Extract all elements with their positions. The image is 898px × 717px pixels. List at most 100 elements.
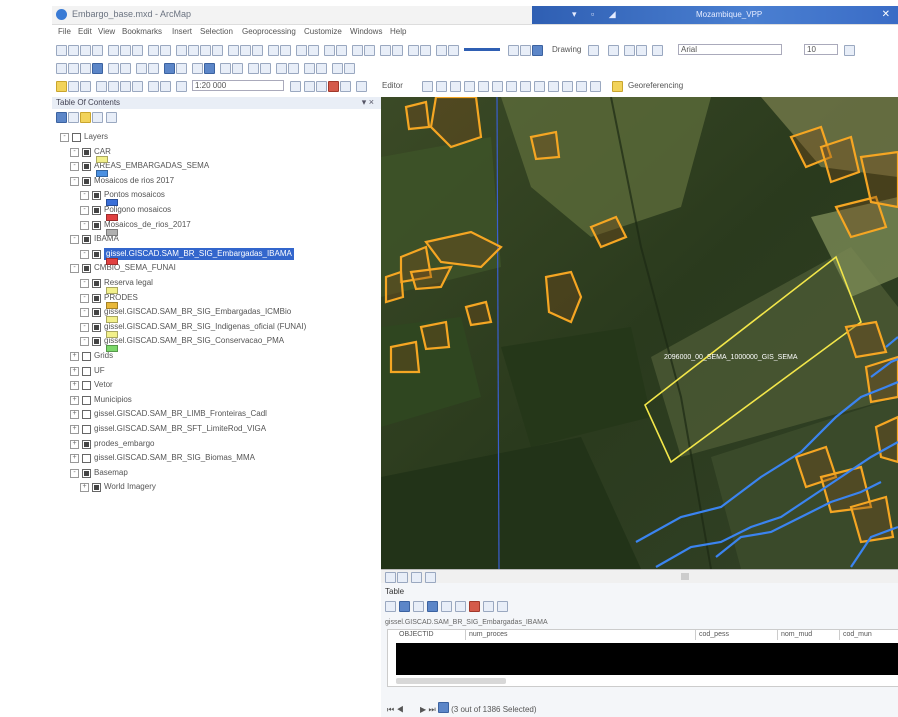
toc-layer-row[interactable]: - Layers <box>52 131 382 143</box>
copy-icon[interactable] <box>120 45 131 56</box>
related-tables-icon[interactable] <box>399 601 410 612</box>
menu-insert[interactable]: Insert <box>172 27 192 36</box>
redo-tool-icon[interactable] <box>160 81 171 92</box>
find-icon[interactable] <box>436 45 447 56</box>
expand-icon[interactable]: + <box>70 454 79 464</box>
column-header[interactable]: cod_pess <box>696 630 778 640</box>
layer-visibility-checkbox[interactable] <box>82 264 91 274</box>
clear-selection-icon[interactable] <box>176 63 187 74</box>
collapse-icon[interactable]: - <box>60 133 69 142</box>
expand-icon[interactable]: + <box>70 410 79 420</box>
layer-visibility-checkbox[interactable] <box>82 235 91 245</box>
collapse-icon[interactable]: - <box>80 308 89 318</box>
toc-layer-row[interactable]: - IBAMA <box>52 233 382 245</box>
expand-icon[interactable]: + <box>70 425 79 434</box>
data-view-icon[interactable] <box>385 572 396 583</box>
identify-icon[interactable] <box>420 45 431 56</box>
forward-icon[interactable] <box>148 63 159 74</box>
undo-tool-icon[interactable] <box>148 81 159 92</box>
point-icon[interactable] <box>478 81 489 92</box>
layer-visibility-checkbox[interactable] <box>92 249 101 259</box>
rotate-icon[interactable] <box>608 45 619 56</box>
goto-xy-icon[interactable] <box>448 45 459 56</box>
zoom-out-icon[interactable] <box>520 45 531 56</box>
list-by-drawing-order-icon[interactable] <box>56 112 67 123</box>
layer-visibility-checkbox[interactable] <box>92 191 101 201</box>
georef-layer-icon[interactable] <box>612 81 623 92</box>
add-data-icon[interactable] <box>176 45 187 56</box>
end-point-arc-icon[interactable] <box>450 81 461 92</box>
layer-name[interactable]: gissel.GISCAD.SAM_BR_SIG_Embargadas_IBAM… <box>104 247 294 260</box>
layer-symbol-swatch[interactable] <box>96 155 108 163</box>
layer-name[interactable]: World Imagery <box>104 481 156 493</box>
select-icon[interactable] <box>408 45 419 56</box>
swipe-icon[interactable] <box>304 63 315 74</box>
magnifier-icon[interactable] <box>332 63 343 74</box>
table-grid[interactable]: OBJECTID num_proces cod_pess nom_mud cod… <box>387 629 898 687</box>
drawing-label[interactable]: Drawing <box>552 45 581 54</box>
layer-visibility-checkbox[interactable] <box>92 483 101 493</box>
editor-label[interactable]: Editor <box>382 81 403 90</box>
full-extent-tool-icon[interactable] <box>92 63 103 74</box>
layer-name[interactable]: UF <box>94 365 105 377</box>
table-options-icon[interactable] <box>385 601 396 612</box>
collapse-icon[interactable]: - <box>70 176 79 186</box>
split-icon[interactable] <box>534 81 545 92</box>
layer-visibility-checkbox[interactable] <box>92 220 101 230</box>
collapse-icon[interactable]: - <box>80 337 89 347</box>
column-header[interactable]: num_proces <box>466 630 696 640</box>
close-icon[interactable]: ✕ <box>882 9 890 20</box>
layer-visibility-checkbox[interactable] <box>72 133 81 142</box>
layer-visibility-checkbox[interactable] <box>82 147 91 157</box>
layer-symbol-swatch[interactable] <box>106 345 118 353</box>
collapse-icon[interactable]: - <box>70 468 79 478</box>
pointer-icon[interactable] <box>588 45 599 56</box>
search-icon[interactable] <box>200 45 211 56</box>
fixed-zoom-out-icon[interactable] <box>120 63 131 74</box>
refresh-icon[interactable] <box>280 45 291 56</box>
zoom-in-tool-icon[interactable] <box>56 63 67 74</box>
toc-layer-row[interactable]: - gissel.GISCAD.SAM_BR_SIG_Embargadas_IBA… <box>52 247 382 260</box>
column-header[interactable]: OBJECTID <box>396 630 466 640</box>
catalog-tool-icon[interactable] <box>316 81 327 92</box>
editor-icon[interactable] <box>308 45 319 56</box>
report-icon[interactable] <box>364 45 375 56</box>
layer-symbol-swatch[interactable] <box>106 199 118 207</box>
fixed-zoom-in-icon[interactable] <box>108 63 119 74</box>
expand-icon[interactable]: + <box>70 352 79 361</box>
layer-visibility-checkbox[interactable] <box>92 308 101 318</box>
toc-layer-row[interactable]: + Vetor <box>52 379 382 391</box>
toc-layer-row[interactable]: + Grids <box>52 350 382 362</box>
select-features-icon[interactable] <box>164 63 175 74</box>
menu-help[interactable]: Help <box>390 27 406 36</box>
layer-name[interactable]: prodes_embargo <box>94 438 154 450</box>
toc-layer-row[interactable]: - gissel.GISCAD.SAM_BR_SIG_Indigenas_ofic… <box>52 321 382 333</box>
toc-layer-row[interactable]: + gissel.GISCAD.SAM_BR_SIG_Biomas_MMA <box>52 452 382 464</box>
add-data-tool-icon[interactable] <box>176 81 187 92</box>
layer-symbol-swatch[interactable] <box>106 316 118 324</box>
scroll-thumb[interactable] <box>681 573 689 580</box>
back-icon[interactable] <box>136 63 147 74</box>
layer-visibility-checkbox[interactable] <box>82 454 91 464</box>
catalog-icon[interactable] <box>188 45 199 56</box>
toc-layer-row[interactable]: + prodes_embargo <box>52 438 382 450</box>
previous-record-icon[interactable]: ◀ <box>396 705 403 714</box>
arctoolbox-tool-icon[interactable] <box>328 81 339 92</box>
layer-visibility-checkbox[interactable] <box>92 206 101 215</box>
menu-windows[interactable]: Windows <box>350 27 382 36</box>
layer-symbol-swatch[interactable] <box>106 214 118 221</box>
layer-name[interactable]: gissel.GISCAD.SAM_BR_SIG_Embargadas_ICMB… <box>104 306 291 318</box>
georeferencing-label[interactable]: Georeferencing <box>628 81 683 90</box>
layer-visibility-checkbox[interactable] <box>92 337 101 347</box>
menu-edit[interactable]: Edit <box>78 27 92 36</box>
rotate-tool-icon[interactable] <box>548 81 559 92</box>
collapse-icon[interactable]: - <box>80 293 89 303</box>
open-icon[interactable] <box>68 45 79 56</box>
model-builder-icon[interactable] <box>240 45 251 56</box>
paste-tool-icon[interactable] <box>120 81 131 92</box>
switch-selection-icon[interactable] <box>427 601 438 612</box>
table-icon[interactable] <box>252 45 263 56</box>
layer-name[interactable]: AREAS_EMBARGADAS_SEMA <box>94 160 209 172</box>
text-icon[interactable] <box>636 45 647 56</box>
window-controls-icon[interactable]: ▾ ▫ ◢ <box>572 9 622 20</box>
